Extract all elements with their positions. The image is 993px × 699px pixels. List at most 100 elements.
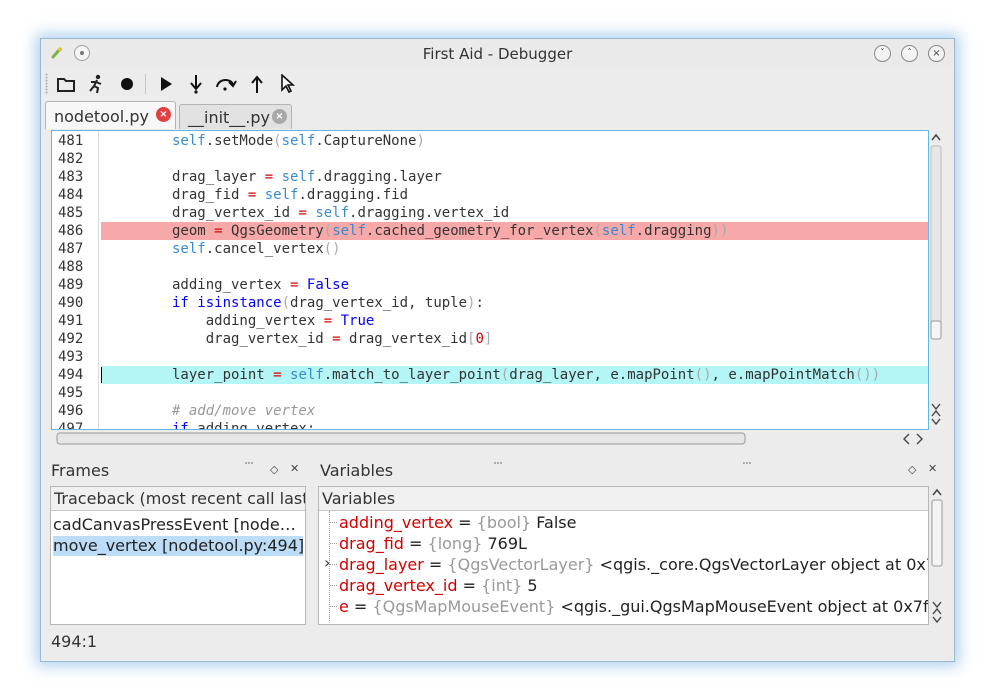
title-bar[interactable]: First Aid - Debugger ˇ ˆ × — [41, 39, 954, 69]
code-editor[interactable]: 481 self.setMode(self.CaptureNone) 482 483 d… — [51, 130, 929, 430]
editor-vertical-scrollbar[interactable] — [929, 130, 943, 430]
run-icon[interactable] — [83, 71, 109, 97]
variable-type: {long} — [427, 534, 483, 553]
code-text: if isinstance(drag_vertex_id, tuple): — [172, 295, 484, 311]
debugger-window: First Aid - Debugger ˇ ˆ × nodetool.py ×… — [40, 38, 955, 662]
tab-label: nodetool.py — [54, 107, 149, 126]
window-title: First Aid - Debugger — [422, 45, 573, 63]
variables-header[interactable]: Variables — [319, 487, 928, 511]
code-text: drag_vertex_id = drag_vertex_id[0] — [172, 331, 493, 347]
equals-sign: = — [403, 534, 428, 553]
code-text: # add/move vertex — [172, 403, 316, 419]
code-text: geom = QgsGeometry(self.cached_geometry_… — [172, 223, 729, 239]
variable-name: adding_vertex — [339, 513, 454, 532]
code-line[interactable]: 487 self.cancel_vertex() — [52, 240, 928, 258]
code-line[interactable]: 492 drag_vertex_id = drag_vertex_id[0] — [52, 330, 928, 348]
float-panel-icon[interactable]: ◇ — [908, 463, 916, 476]
horizontal-splitter[interactable] — [41, 451, 954, 464]
frames-panel-title: Frames — [51, 461, 110, 480]
tab-init[interactable]: __init__.py × — [179, 104, 292, 129]
tab-nodetool[interactable]: nodetool.py × — [45, 101, 176, 129]
close-panel-icon[interactable]: ✕ — [290, 462, 299, 475]
minimize-button[interactable]: ˇ — [874, 45, 891, 62]
code-text: drag_layer = self.dragging.layer — [172, 169, 442, 185]
equals-sign: = — [348, 597, 373, 616]
step-into-icon[interactable] — [183, 71, 209, 97]
line-number: 490 — [58, 295, 84, 311]
variable-type: {QgsMapMouseEvent} — [372, 597, 556, 616]
code-line[interactable]: 484 drag_fid = self.dragging.fid — [52, 186, 928, 204]
close-panel-icon[interactable]: ✕ — [928, 462, 937, 475]
code-line[interactable]: 489 adding_vertex = False — [52, 276, 928, 294]
variable-value: 5 — [522, 576, 538, 595]
cursor-position: 494:1 — [51, 632, 98, 651]
status-bar: 494:1 — [41, 626, 954, 658]
code-line[interactable]: 482 — [52, 150, 928, 168]
pointer-pick-icon[interactable] — [275, 71, 301, 97]
variables-vertical-scrollbar[interactable] — [930, 486, 944, 625]
code-line[interactable]: 495 — [52, 384, 928, 402]
line-number: 494 — [58, 367, 84, 383]
code-line[interactable]: 481 self.setMode(self.CaptureNone) — [52, 132, 928, 150]
code-line[interactable]: 488 — [52, 258, 928, 276]
tree-branch — [330, 522, 337, 523]
frame-item-selected[interactable]: move_vertex [nodetool.py:494] — [53, 536, 303, 556]
code-text: drag_fid = self.dragging.fid — [172, 187, 409, 203]
line-number: 484 — [58, 187, 84, 203]
code-line[interactable]: 496 # add/move vertex — [52, 402, 928, 420]
code-line[interactable]: 483 drag_layer = self.dragging.layer — [52, 168, 928, 186]
frames-header[interactable]: Traceback (most recent call last — [51, 487, 305, 511]
code-line[interactable]: 490 if isinstance(drag_vertex_id, tuple): — [52, 294, 928, 312]
close-tab-icon[interactable]: × — [272, 109, 287, 124]
code-line[interactable]: 485 drag_vertex_id = self.dragging.vertex… — [52, 204, 928, 222]
tree-branch — [330, 606, 337, 607]
tree-branch — [330, 585, 337, 586]
line-number: 481 — [58, 133, 84, 149]
variable-row[interactable]: e = {QgsMapMouseEvent} <qgis._gui.QgsMap… — [339, 596, 928, 617]
close-button[interactable]: × — [928, 45, 945, 62]
float-panel-icon[interactable]: ◇ — [270, 463, 278, 476]
variable-name: drag_vertex_id — [339, 576, 458, 595]
variable-row[interactable]: drag_fid = {long} 769L — [339, 533, 527, 554]
variable-value: <qgis._core.QgsVectorLayer object at 0x7… — [594, 555, 929, 574]
editor-horizontal-scrollbar[interactable] — [51, 430, 929, 446]
step-out-icon[interactable] — [244, 71, 270, 97]
code-text: drag_vertex_id = self.dragging.vertex_id — [172, 205, 510, 221]
code-line[interactable]: 491 adding_vertex = True — [52, 312, 928, 330]
variable-type: {bool} — [476, 513, 532, 532]
frames-list[interactable]: Traceback (most recent call last cadCanv… — [50, 486, 306, 625]
line-number: 486 — [58, 223, 84, 239]
variable-name: e — [339, 597, 349, 616]
maximize-button[interactable]: ˆ — [901, 45, 918, 62]
variable-name: drag_fid — [339, 534, 404, 553]
open-folder-icon[interactable] — [53, 71, 79, 97]
tree-branch — [330, 543, 337, 544]
code-line[interactable]: 493 — [52, 348, 928, 366]
variable-value: False — [531, 513, 577, 532]
variable-name: drag_layer — [339, 555, 424, 574]
toolbar-grip[interactable] — [45, 73, 48, 95]
toolbar — [41, 69, 954, 99]
error-code-line[interactable]: 486 geom = QgsGeometry(self.cached_geomet… — [58, 222, 928, 240]
variable-row[interactable]: drag_vertex_id = {int} 5 — [339, 575, 538, 596]
expand-arrow-icon[interactable]: › — [324, 553, 330, 572]
line-number: 489 — [58, 277, 84, 293]
close-tab-icon[interactable]: × — [156, 107, 171, 122]
code-text: self.cancel_vertex() — [172, 241, 341, 257]
code-text: adding_vertex = True — [172, 313, 375, 329]
step-over-icon[interactable] — [213, 71, 239, 97]
breakpoint-icon[interactable] — [114, 71, 140, 97]
equals-sign: = — [423, 555, 448, 574]
variable-row[interactable]: drag_layer = {QgsVectorLayer} <qgis._cor… — [339, 554, 929, 575]
variables-tree[interactable]: Variables adding_vertex = {bool} False dr… — [318, 486, 929, 625]
file-tabs: nodetool.py × __init__.py × — [41, 99, 954, 129]
variable-row[interactable]: adding_vertex = {bool} False — [339, 512, 576, 533]
variable-type: {int} — [481, 576, 523, 595]
frame-item[interactable]: cadCanvasPressEvent [node… — [53, 515, 303, 535]
current-code-line[interactable]: 494 layer_point = self.match_to_layer_poi… — [58, 366, 928, 384]
tab-label: __init__.py — [188, 108, 271, 127]
line-number: 495 — [58, 385, 84, 401]
continue-icon[interactable] — [153, 71, 179, 97]
code-line[interactable]: 497 if adding_vertex: — [52, 420, 928, 429]
variable-value: 769L — [482, 534, 527, 553]
